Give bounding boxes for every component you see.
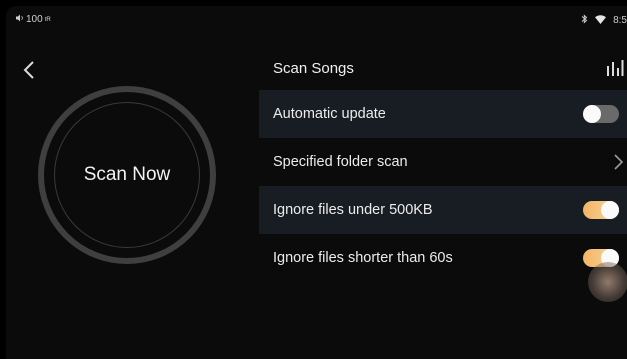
status-right: 8:5 bbox=[581, 14, 627, 27]
setting-label: Automatic update bbox=[273, 106, 386, 122]
setting-label: Ignore files shorter than 60s bbox=[273, 250, 453, 266]
bluetooth-icon bbox=[581, 14, 588, 27]
clock: 8:5 bbox=[613, 15, 627, 26]
scan-now-button[interactable]: Scan Now bbox=[38, 86, 216, 264]
setting-specified-folder-scan[interactable]: Specified folder scan bbox=[259, 138, 627, 186]
battery-percent: 100 bbox=[26, 14, 43, 25]
setting-ignore-short-files[interactable]: Ignore files shorter than 60s bbox=[259, 234, 627, 282]
ignore-small-files-toggle[interactable] bbox=[583, 201, 619, 219]
scan-now-label: Scan Now bbox=[83, 164, 171, 185]
chevron-right-icon bbox=[613, 152, 625, 172]
setting-ignore-small-files[interactable]: Ignore files under 500KB bbox=[259, 186, 627, 234]
status-bar: 100 ᵗᴿ 8:5 bbox=[6, 6, 627, 32]
automatic-update-toggle[interactable] bbox=[583, 105, 619, 123]
equalizer-icon[interactable] bbox=[606, 59, 624, 77]
setting-label: Specified folder scan bbox=[273, 154, 408, 170]
page-title: Scan Songs bbox=[273, 60, 354, 77]
toggle-knob bbox=[583, 105, 601, 123]
status-left: 100 ᵗᴿ bbox=[16, 14, 51, 25]
scan-now-inner: Scan Now bbox=[54, 102, 200, 248]
network-glyph: ᵗᴿ bbox=[44, 14, 51, 25]
speaker-icon bbox=[16, 14, 24, 25]
toggle-knob bbox=[601, 201, 619, 219]
back-chevron-icon[interactable] bbox=[20, 58, 40, 82]
setting-label: Ignore files under 500KB bbox=[273, 202, 433, 218]
wifi-icon bbox=[595, 14, 607, 27]
touch-indicator bbox=[588, 262, 627, 302]
setting-automatic-update[interactable]: Automatic update bbox=[259, 90, 627, 138]
screen: 100 ᵗᴿ 8:5 Scan Now Scan Songs Automatic… bbox=[6, 6, 627, 359]
